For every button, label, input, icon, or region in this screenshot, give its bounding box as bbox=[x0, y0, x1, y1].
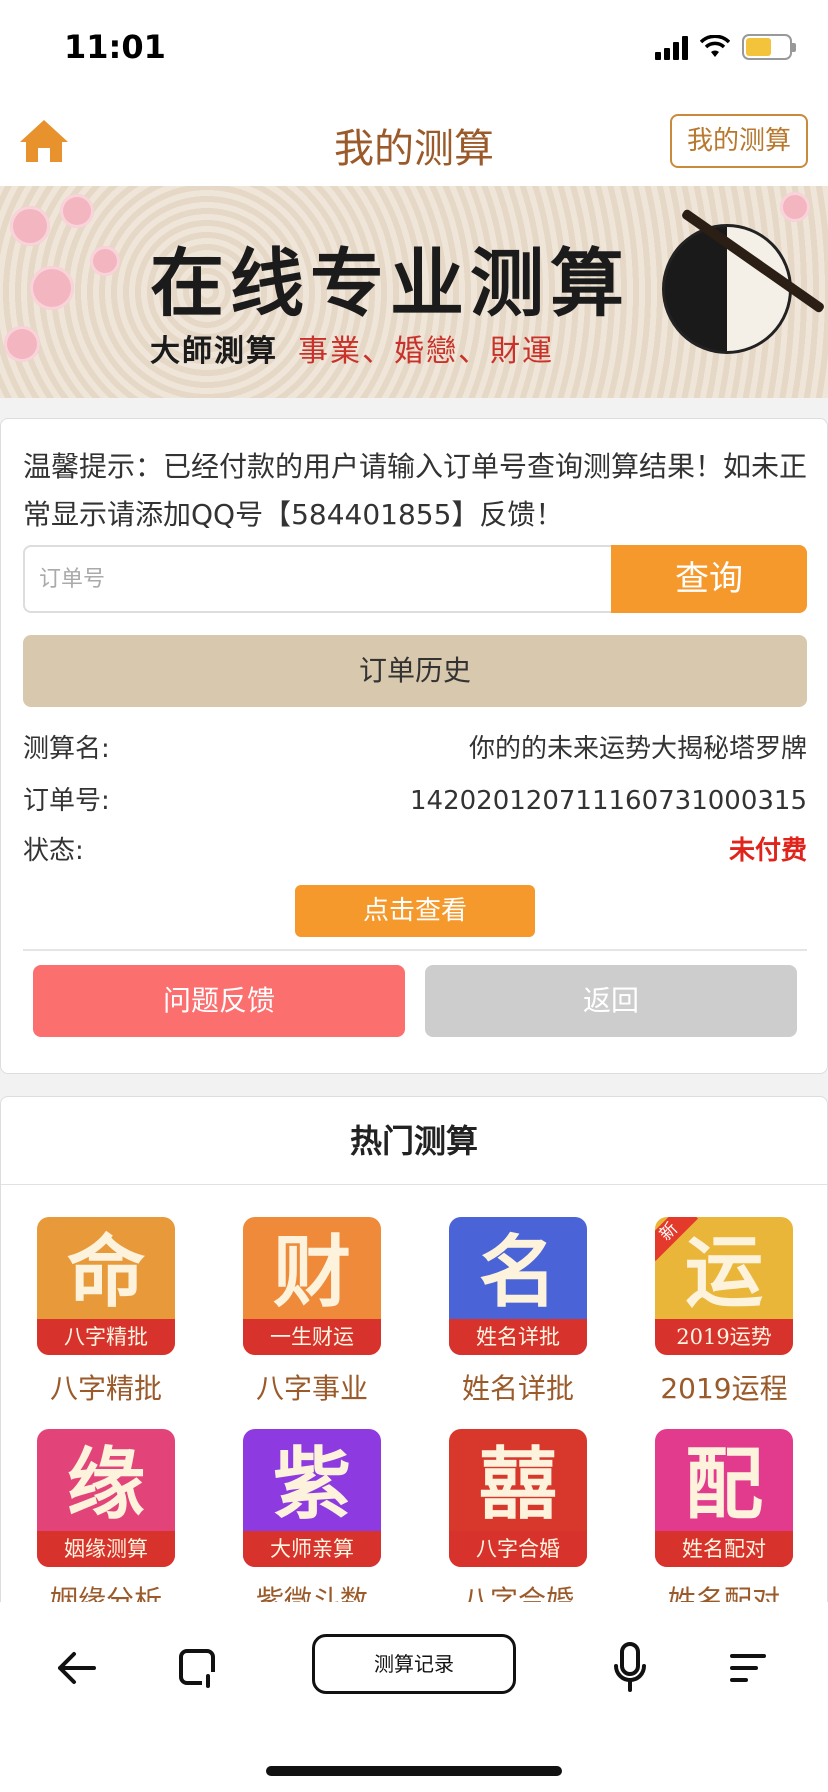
reading-icon: 囍 八字合婚 bbox=[449, 1429, 587, 1567]
feedback-button[interactable]: 问题反馈 bbox=[33, 965, 405, 1037]
reading-tile[interactable]: 缘 姻缘测算 姻缘分析 bbox=[3, 1429, 209, 1615]
reading-tile[interactable]: 财 一生财运 八字事业 bbox=[209, 1217, 415, 1417]
tile-label: 2019运程 bbox=[660, 1372, 788, 1405]
back-arrow-icon[interactable] bbox=[54, 1646, 98, 1690]
tile-label: 八字精批 bbox=[49, 1372, 162, 1405]
blossom-decoration bbox=[90, 246, 120, 276]
blossom-decoration bbox=[780, 192, 810, 222]
reading-records-button[interactable]: 测算记录 bbox=[312, 1634, 516, 1694]
reading-tile[interactable]: 运 新 2019运势 2019运程 bbox=[621, 1217, 827, 1417]
microphone-icon[interactable] bbox=[612, 1642, 648, 1694]
back-button[interactable]: 返回 bbox=[425, 965, 797, 1037]
section-title: 热门测算 bbox=[1, 1097, 827, 1185]
hot-readings-section: 热门测算 命 八字精批 八字精批 财 一生财运 八字事业 名 姓名详批 姓名详批 bbox=[0, 1096, 828, 1616]
reading-tile[interactable]: 命 八字精批 八字精批 bbox=[3, 1217, 209, 1417]
home-indicator bbox=[266, 1766, 562, 1776]
wifi-icon bbox=[700, 35, 730, 57]
reading-tile[interactable]: 配 姓名配对 姓名配对 bbox=[621, 1429, 827, 1615]
info-label: 测算名: bbox=[23, 734, 110, 764]
icon-glyph: 财 bbox=[272, 1227, 351, 1318]
icon-ribbon: 一生财运 bbox=[243, 1319, 381, 1355]
tip-text: 温馨提示：已经付款的用户请输入订单号查询测算结果！如未正常显示请添加QQ号【58… bbox=[23, 450, 808, 531]
reading-tile[interactable]: 紫 大师亲算 紫微斗数 bbox=[209, 1429, 415, 1615]
reading-tile[interactable]: 名 姓名详批 姓名详批 bbox=[415, 1217, 621, 1417]
banner: 在线专业测算 大師測算 事業、婚戀、財運 bbox=[0, 186, 828, 398]
divider bbox=[23, 949, 807, 951]
info-label: 订单号: bbox=[23, 786, 110, 816]
icon-glyph: 缘 bbox=[66, 1439, 145, 1530]
icon-ribbon: 姻缘测算 bbox=[37, 1531, 175, 1567]
banner-subtitle-dark: 大師測算 bbox=[150, 334, 278, 369]
reading-icon: 运 新 2019运势 bbox=[655, 1217, 793, 1355]
reading-icon: 名 姓名详批 bbox=[449, 1217, 587, 1355]
reading-icon: 紫 大师亲算 bbox=[243, 1429, 381, 1567]
status-time: 11:01 bbox=[64, 28, 166, 66]
info-row-status: 状态: 未付费 bbox=[23, 829, 807, 873]
info-row-order: 订单号: 14202012071116073100031​5 bbox=[23, 779, 807, 823]
view-button[interactable]: 点击查看 bbox=[295, 885, 535, 937]
icon-ribbon: 姓名配对 bbox=[655, 1531, 793, 1567]
signal-icon bbox=[655, 34, 688, 60]
query-button[interactable]: 查询 bbox=[611, 545, 807, 613]
reading-icon: 配 姓名配对 bbox=[655, 1429, 793, 1567]
reading-icon: 缘 姻缘测算 bbox=[37, 1429, 175, 1567]
header: 我的测算 我的测算 bbox=[0, 100, 828, 186]
blossom-decoration bbox=[4, 326, 40, 362]
status-icons bbox=[655, 34, 796, 60]
icon-glyph: 囍 bbox=[478, 1439, 557, 1530]
icon-ribbon: 姓名详批 bbox=[449, 1319, 587, 1355]
tabs-icon[interactable] bbox=[178, 1648, 218, 1688]
icon-glyph: 名 bbox=[478, 1227, 557, 1318]
banner-title: 在线专业测算 bbox=[150, 241, 630, 327]
reading-icon: 财 一生财运 bbox=[243, 1217, 381, 1355]
banner-subtitle-red: 事業、婚戀、財運 bbox=[298, 334, 554, 369]
order-number-input[interactable] bbox=[23, 545, 613, 613]
blossom-decoration bbox=[60, 194, 94, 228]
status-bar: 11:01 bbox=[0, 0, 828, 100]
info-label: 状态: bbox=[23, 836, 84, 866]
blossom-decoration bbox=[10, 206, 50, 246]
icon-ribbon: 2019运势 bbox=[655, 1319, 793, 1355]
tile-label: 姓名详批 bbox=[461, 1372, 574, 1405]
icon-ribbon: 八字精批 bbox=[37, 1319, 175, 1355]
info-row-name: 测算名: 你的的未来运势大揭秘塔罗牌 bbox=[23, 727, 807, 771]
order-query-card: 温馨提示：已经付款的用户请输入订单号查询测算结果！如未正常显示请添加QQ号【58… bbox=[0, 418, 828, 1074]
icon-ribbon: 八字合婚 bbox=[449, 1531, 587, 1567]
icon-glyph: 紫 bbox=[272, 1439, 351, 1530]
blossom-decoration bbox=[30, 266, 74, 310]
info-value: 你的的未来运势大揭秘塔罗牌 bbox=[468, 734, 807, 764]
menu-icon[interactable] bbox=[728, 1648, 768, 1688]
icon-glyph: 配 bbox=[684, 1439, 763, 1530]
info-value: 14202012071116073100031​5 bbox=[409, 786, 807, 816]
banner-subtitle: 大師測算 事業、婚戀、財運 bbox=[150, 326, 554, 370]
my-readings-button[interactable]: 我的测算 bbox=[670, 114, 808, 168]
order-history-button[interactable]: 订单历史 bbox=[23, 635, 807, 707]
browser-toolbar: 测算记录 bbox=[0, 1602, 828, 1792]
icon-glyph: 命 bbox=[66, 1227, 145, 1318]
reading-icon: 命 八字精批 bbox=[37, 1217, 175, 1355]
tile-label: 八字事业 bbox=[255, 1372, 368, 1405]
battery-icon bbox=[742, 34, 796, 60]
reading-tile[interactable]: 囍 八字合婚 八字合婚 bbox=[415, 1429, 621, 1615]
status-badge: 未付费 bbox=[728, 836, 807, 866]
icon-ribbon: 大师亲算 bbox=[243, 1531, 381, 1567]
